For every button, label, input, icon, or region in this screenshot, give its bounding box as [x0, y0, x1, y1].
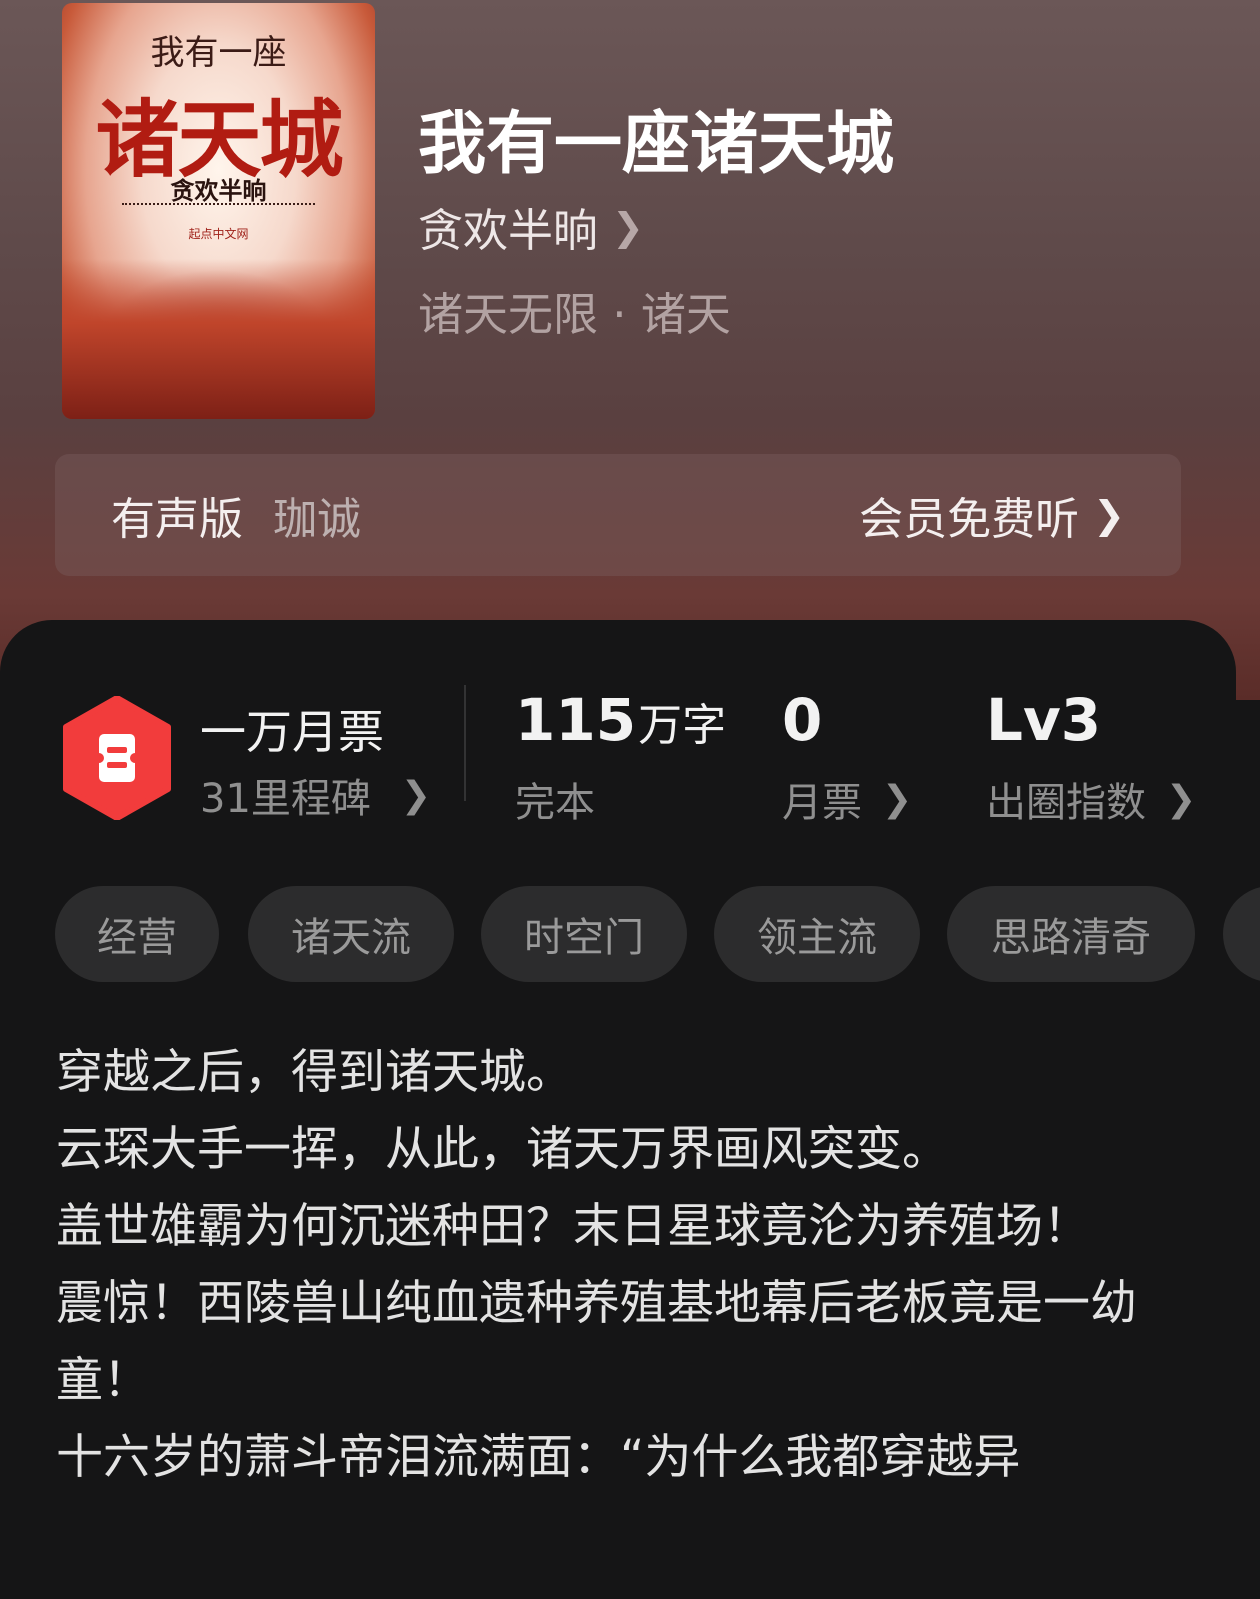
audio-label: 有声版: [111, 494, 243, 545]
monthly-ticket-title: 一万月票: [200, 705, 384, 759]
free-listen-label: 会员免费听: [859, 494, 1080, 545]
ticket-badge-icon[interactable]: [62, 696, 172, 820]
chevron-right-icon: ❯: [882, 778, 913, 820]
chevron-right-icon: ❯: [1093, 493, 1125, 537]
book-title: 我有一座诸天城: [418, 104, 895, 184]
description-paragraph: 云琛大手一挥，从此，诸天万界画风突变。: [56, 1122, 949, 1177]
audio-narrator: 珈诚: [273, 494, 361, 545]
book-status-label: 完本: [515, 780, 595, 826]
chevron-right-icon: ❯: [400, 774, 432, 816]
word-count-value: 115: [515, 686, 637, 754]
description-paragraph: 穿越之后，得到诸天城。: [56, 1045, 573, 1100]
chevron-right-icon: ❯: [1166, 778, 1197, 820]
stats-divider: [464, 685, 466, 801]
cover-art-clouds: [62, 259, 375, 419]
word-count-unit: 万字: [638, 700, 727, 751]
free-listen-button[interactable]: 会员免费听 ❯: [859, 483, 1125, 547]
cover-publisher: 起点中文网: [188, 227, 249, 241]
cover-author: 贪欢半晌: [170, 176, 267, 205]
cover-top-line: 我有一座: [150, 33, 287, 73]
tickets-link[interactable]: 月票 ❯: [782, 770, 912, 828]
book-status: 完本: [515, 770, 595, 828]
tag-list: 经营 诸天流 时空门 领主流 思路清奇: [55, 886, 1260, 982]
tag-chip[interactable]: 诸天流: [248, 886, 454, 982]
tickets-label: 月票: [782, 780, 862, 826]
book-genre: 诸天无限 · 诸天: [418, 288, 731, 341]
ticket-count: 0: [782, 686, 823, 754]
description-paragraph: 十六岁的萧斗帝泪流满面：“为什么我都穿越异: [56, 1430, 1021, 1485]
level-value: Lv3: [986, 686, 1102, 754]
tag-chip[interactable]: 领主流: [714, 886, 920, 982]
description-paragraph: 盖世雄霸为何沉迷种田？末日星球竟沦为养殖场！: [56, 1199, 1090, 1254]
book-description[interactable]: 穿越之后，得到诸天城。 云琛大手一挥，从此，诸天万界画风突变。 盖世雄霸为何沉迷…: [56, 1034, 1176, 1496]
level-link[interactable]: 出圈指数 ❯: [986, 770, 1196, 828]
tag-chip[interactable]: 思路清奇: [947, 886, 1195, 982]
tag-chip[interactable]: 时空门: [481, 886, 687, 982]
book-cover[interactable]: 我有一座 诸天城 贪欢半晌 起点中文网: [62, 3, 375, 419]
chevron-right-icon: ❯: [612, 204, 644, 249]
level-label: 出圈指数: [986, 780, 1146, 826]
tag-chip[interactable]: 经营: [55, 886, 219, 982]
milestones-label: 31里程碑: [200, 776, 371, 822]
author-name: 贪欢半晌: [418, 204, 599, 257]
tag-chip-overflow[interactable]: [1223, 886, 1260, 982]
cover-divider: [122, 203, 315, 209]
milestones-link[interactable]: 31里程碑 ❯: [200, 766, 431, 824]
author-link[interactable]: 贪欢半晌 ❯: [418, 194, 644, 259]
description-paragraph: 震惊！西陵兽山纯血遗种养殖基地幕后老板竟是一幼童！: [56, 1276, 1137, 1408]
word-count: 115万字: [515, 686, 726, 754]
audio-version-bar[interactable]: 有声版 珈诚 会员免费听 ❯: [55, 454, 1181, 576]
